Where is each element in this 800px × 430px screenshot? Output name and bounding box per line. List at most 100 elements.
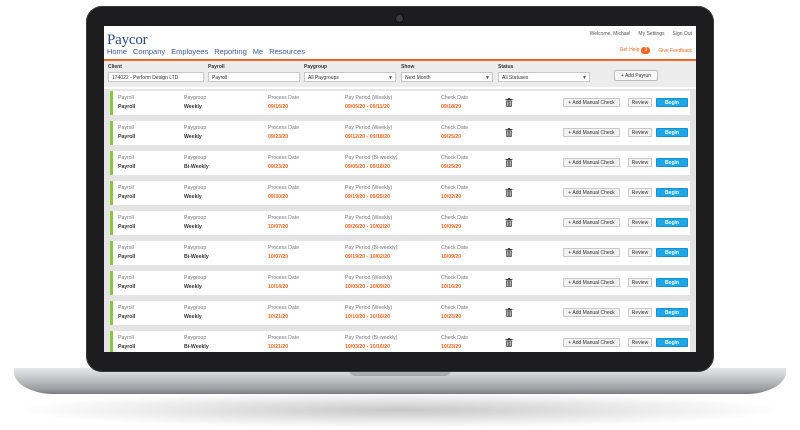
begin-button[interactable]: Begin <box>656 308 688 317</box>
paygroup-value: Weekly <box>184 104 202 110</box>
trash-icon[interactable] <box>505 128 513 137</box>
process-date-col-label: Process Date <box>268 275 300 281</box>
begin-button[interactable]: Begin <box>656 248 688 257</box>
review-button[interactable]: Review <box>628 308 652 317</box>
pay-period-col-label: Pay Period (Weekly) <box>345 185 393 191</box>
begin-button[interactable]: Begin <box>656 158 688 167</box>
check-date-value: 09/25/20 <box>441 134 462 140</box>
review-button[interactable]: Review <box>628 278 652 287</box>
add-manual-check-button[interactable]: + Add Manual Check <box>563 338 620 347</box>
pay-period-col-label: Pay Period (Bi-weekly) <box>345 245 398 251</box>
review-button[interactable]: Review <box>628 188 652 197</box>
trash-icon[interactable] <box>505 308 513 317</box>
user-utilities: Welcome, Michael My Settings Sign Out <box>590 31 692 37</box>
payroll-value: Payroll <box>118 164 136 170</box>
review-button[interactable]: Review <box>628 158 652 167</box>
add-manual-check-button[interactable]: + Add Manual Check <box>563 128 620 137</box>
payroll-col-label: Payroll <box>118 95 134 101</box>
client-label: Client <box>108 64 122 70</box>
add-manual-check-label: Add Manual Check <box>572 190 615 196</box>
nav-home[interactable]: Home <box>107 47 127 56</box>
add-manual-check-button[interactable]: + Add Manual Check <box>563 218 620 227</box>
trash-icon[interactable] <box>505 188 513 197</box>
trash-icon[interactable] <box>505 218 513 227</box>
process-date-col-label: Process Date <box>268 125 300 131</box>
nav-me[interactable]: Me <box>253 47 263 56</box>
nav-employees[interactable]: Employees <box>171 47 208 56</box>
process-date-col-label: Process Date <box>268 215 300 221</box>
paygroup-value: Bi-Weekly <box>184 344 209 350</box>
sign-out-link[interactable]: Sign Out <box>673 31 692 37</box>
app-screen: Paycor Home Company Employees Reporting … <box>104 26 696 352</box>
payrun-row: Payroll Payroll Paygroup Bi-Weekly Proce… <box>110 331 690 352</box>
pay-period-col-label: Pay Period (Bi-weekly) <box>345 155 398 161</box>
review-button[interactable]: Review <box>628 218 652 227</box>
trash-icon[interactable] <box>505 98 513 107</box>
begin-button[interactable]: Begin <box>656 278 688 287</box>
add-manual-check-label: Add Manual Check <box>572 220 615 226</box>
check-date-value: 10/09/20 <box>441 254 462 260</box>
paygroup-value: Bi-Weekly <box>184 164 209 170</box>
paygroup-col-label: Paygroup <box>184 275 207 281</box>
trash-icon[interactable] <box>505 338 513 347</box>
pay-period-value: 09/12/20 - 09/18/20 <box>345 134 390 140</box>
give-feedback-link[interactable]: Give Feedback <box>658 48 692 54</box>
paygroup-col-label: Paygroup <box>184 185 207 191</box>
check-date-col-label: Check Date <box>441 155 469 161</box>
paygroup-col-label: Paygroup <box>184 125 207 131</box>
add-manual-check-button[interactable]: + Add Manual Check <box>563 308 620 317</box>
pay-period-value: 10/03/20 - 10/09/20 <box>345 284 390 290</box>
review-button[interactable]: Review <box>628 248 652 257</box>
process-date-value: 10/07/20 <box>268 224 289 230</box>
payroll-value: Payroll <box>118 134 136 140</box>
nav-resources[interactable]: Resources <box>269 47 305 56</box>
status-label: Status <box>498 64 514 70</box>
trash-icon[interactable] <box>505 278 513 287</box>
payroll-value: Payroll <box>118 104 136 110</box>
payroll-col-label: Payroll <box>118 305 134 311</box>
add-manual-check-button[interactable]: + Add Manual Check <box>563 158 620 167</box>
add-manual-check-button[interactable]: + Add Manual Check <box>563 188 620 197</box>
pay-period-col-label: Pay Period (Weekly) <box>345 215 393 221</box>
status-select[interactable]: All Statuses ▼ <box>498 72 590 82</box>
review-button[interactable]: Review <box>628 338 652 347</box>
add-manual-check-button[interactable]: + Add Manual Check <box>563 98 620 107</box>
paygroup-filter: Paygroup All Paygroups ▼ <box>304 64 396 82</box>
trash-icon[interactable] <box>505 158 513 167</box>
trash-icon[interactable] <box>505 248 513 257</box>
check-date-col-label: Check Date <box>441 215 469 221</box>
begin-button[interactable]: Begin <box>656 98 688 107</box>
add-payrun-button[interactable]: + Add Payrun <box>614 70 658 81</box>
payroll-col-label: Payroll <box>118 275 134 281</box>
my-settings-link[interactable]: My Settings <box>638 31 664 37</box>
nav-reporting[interactable]: Reporting <box>214 47 247 56</box>
process-date-value: 09/30/20 <box>268 194 289 200</box>
paygroup-value: Bi-Weekly <box>184 254 209 260</box>
process-date-value: 10/07/20 <box>268 254 289 260</box>
begin-button[interactable]: Begin <box>656 338 688 347</box>
pay-period-value: 10/03/20 - 10/16/20 <box>345 344 390 350</box>
paygroup-col-label: Paygroup <box>184 215 207 221</box>
begin-button[interactable]: Begin <box>656 128 688 137</box>
review-button[interactable]: Review <box>628 98 652 107</box>
webcam-icon <box>396 15 403 22</box>
payroll-input[interactable]: Payroll <box>208 72 300 82</box>
paygroup-select[interactable]: All Paygroups ▼ <box>304 72 396 82</box>
show-value: Next Month <box>405 75 431 81</box>
begin-button[interactable]: Begin <box>656 218 688 227</box>
nav-company[interactable]: Company <box>133 47 165 56</box>
process-date-value: 10/14/20 <box>268 284 289 290</box>
client-input[interactable]: 174022 - Perform Design LTD <box>108 72 204 82</box>
check-date-value: 09/18/20 <box>441 104 462 110</box>
payroll-col-label: Payroll <box>118 125 134 131</box>
paygroup-value: Weekly <box>184 134 202 140</box>
payrun-row: Payroll Payroll Paygroup Weekly Process … <box>110 271 690 295</box>
add-manual-check-button[interactable]: + Add Manual Check <box>563 278 620 287</box>
check-date-col-label: Check Date <box>441 185 469 191</box>
get-help-link[interactable]: Get Help 3 <box>620 47 651 54</box>
review-button[interactable]: Review <box>628 128 652 137</box>
payroll-value: Payroll <box>118 194 136 200</box>
begin-button[interactable]: Begin <box>656 188 688 197</box>
add-manual-check-button[interactable]: + Add Manual Check <box>563 248 620 257</box>
show-select[interactable]: Next Month ▼ <box>401 72 493 82</box>
